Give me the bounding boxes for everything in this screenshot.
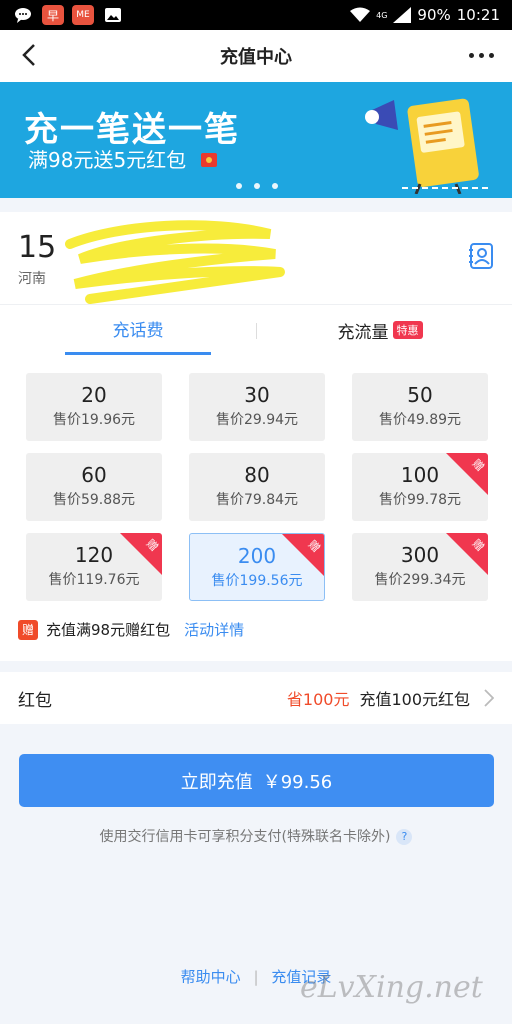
promo-banner[interactable]: 充一笔送一笔 满98元送5元红包 bbox=[0, 82, 512, 198]
amount-option-30[interactable]: 30 售价29.94元 bbox=[189, 373, 325, 441]
more-menu-button[interactable] bbox=[464, 40, 498, 70]
red-packet-label: 红包 bbox=[18, 690, 52, 711]
signal-icon bbox=[393, 7, 412, 23]
carrier-region: 河南 bbox=[18, 271, 46, 287]
promo-row: 赠 充值满98元赠红包 活动详情 bbox=[18, 619, 244, 640]
clock: 10:21 bbox=[456, 6, 500, 24]
amount-option-120[interactable]: 120 售价119.76元 赠 bbox=[26, 533, 162, 601]
amount-option-60[interactable]: 60 售价59.88元 bbox=[26, 453, 162, 521]
network-type: 4G bbox=[376, 10, 388, 20]
megaphone-phone-illustration bbox=[365, 98, 492, 194]
red-packet-saving: 省100元 bbox=[286, 690, 350, 709]
recharge-panel: 充话费 充流量 特惠 20 售价19.96元 30 售价29.94元 50 售价49.… bbox=[0, 304, 512, 661]
app-notification-icon: 早 bbox=[42, 5, 64, 25]
chevron-right-icon bbox=[484, 689, 494, 707]
image-icon bbox=[102, 5, 124, 25]
banner-subtitle: 满98元送5元红包 bbox=[28, 144, 219, 173]
battery-level: 90% bbox=[417, 6, 451, 24]
amount-option-20[interactable]: 20 售价19.96元 bbox=[26, 373, 162, 441]
back-button[interactable] bbox=[14, 40, 44, 70]
watermark: eLvXing.net bbox=[300, 970, 483, 1005]
recharge-now-button[interactable]: 立即充值 ￥99.56 bbox=[19, 754, 494, 807]
back-arrow-icon bbox=[22, 44, 35, 66]
amount-option-300[interactable]: 300 售价299.34元 赠 bbox=[352, 533, 488, 601]
gift-icon: 赠 bbox=[18, 619, 38, 640]
contact-book-icon bbox=[469, 243, 493, 269]
amount-option-50[interactable]: 50 售价49.89元 bbox=[352, 373, 488, 441]
red-packet-desc: 充值100元红包 bbox=[359, 690, 470, 709]
redaction-scribble bbox=[65, 220, 281, 304]
payment-note: 使用交行信用卡可享积分支付(特殊联名卡除外)? bbox=[0, 826, 512, 846]
help-question-icon[interactable]: ? bbox=[396, 829, 413, 845]
recharge-amount: ￥99.56 bbox=[262, 771, 333, 793]
tab-data-plan[interactable]: 充流量 特惠 bbox=[300, 305, 460, 355]
page-title: 充值中心 bbox=[220, 47, 292, 68]
amount-option-200-selected[interactable]: 200 售价199.56元 赠 bbox=[189, 533, 325, 601]
status-bar: 早 ME 4G 90% 10:21 bbox=[0, 0, 512, 30]
app-notification-icon-2: ME bbox=[72, 5, 94, 25]
promo-text: 充值满98元赠红包 bbox=[46, 621, 171, 639]
tab-bar: 充话费 充流量 特惠 bbox=[0, 305, 512, 355]
carousel-indicator bbox=[236, 183, 278, 189]
nav-bar: 充值中心 bbox=[0, 30, 512, 82]
wifi-icon bbox=[350, 7, 371, 22]
special-offer-badge: 特惠 bbox=[392, 321, 423, 339]
help-center-link[interactable]: 帮助中心 bbox=[181, 968, 241, 986]
amount-option-80[interactable]: 80 售价79.84元 bbox=[189, 453, 325, 521]
red-envelope-icon bbox=[200, 153, 217, 167]
message-icon bbox=[12, 5, 34, 25]
tab-phone-credit[interactable]: 充话费 bbox=[65, 305, 211, 355]
promo-details-link[interactable]: 活动详情 bbox=[184, 619, 244, 640]
tab-data-plan-label: 充流量 bbox=[337, 322, 389, 343]
red-packet-row[interactable]: 红包 省100元 充值100元红包 bbox=[0, 672, 512, 724]
phone-number-card[interactable]: 15 河南 bbox=[0, 212, 512, 304]
amount-option-100[interactable]: 100 售价99.78元 赠 bbox=[352, 453, 488, 521]
recharge-now-label: 立即充值 bbox=[180, 771, 253, 793]
contacts-button[interactable] bbox=[468, 242, 494, 274]
phone-number: 15 bbox=[18, 230, 57, 265]
